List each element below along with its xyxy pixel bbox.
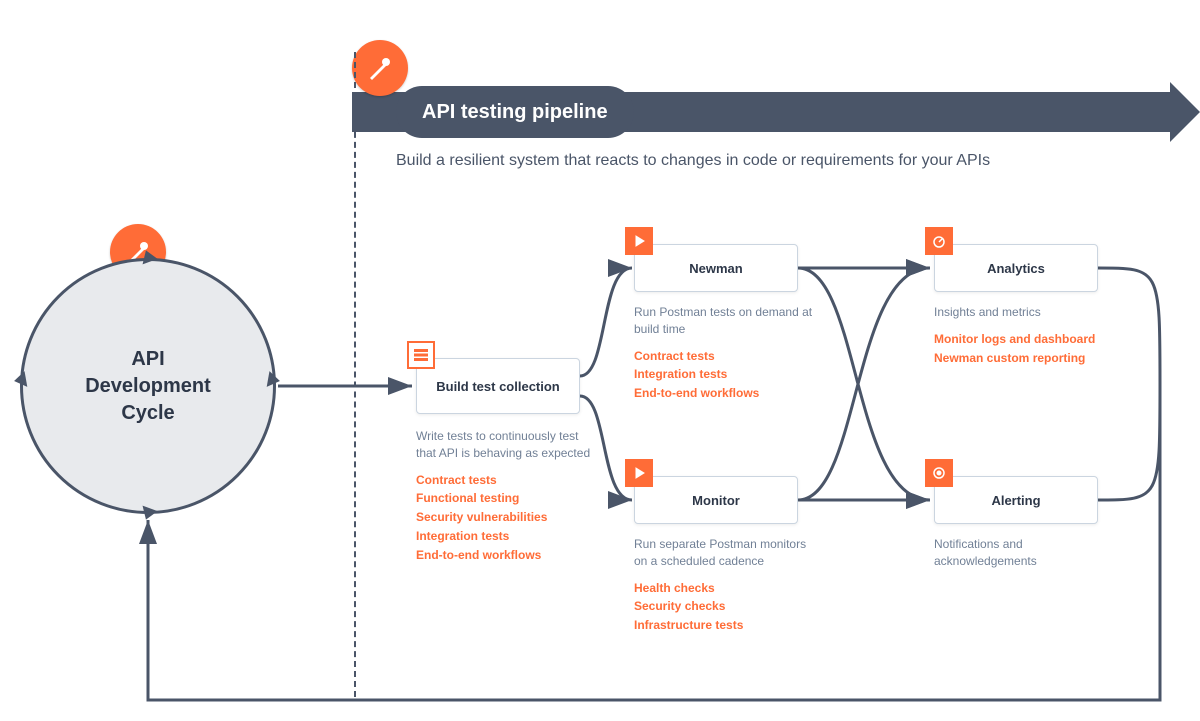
divider-line	[354, 52, 356, 697]
node-monitor: Monitor	[634, 476, 798, 524]
desc-item: Integration tests	[634, 366, 814, 383]
desc-item: Security vulnerabilities	[416, 509, 596, 526]
gauge-icon	[925, 227, 953, 255]
node-title: Monitor	[692, 493, 740, 508]
node-title: Analytics	[987, 261, 1045, 276]
desc-item: Infrastructure tests	[634, 617, 814, 634]
api-dev-cycle-circle: API Development Cycle	[20, 258, 276, 514]
node-title: Build test collection	[436, 379, 560, 394]
desc-item: End-to-end workflows	[416, 547, 596, 564]
cycle-tick-icon	[267, 371, 282, 389]
pipeline-subtitle: Build a resilient system that reacts to …	[396, 152, 990, 170]
desc-item: Security checks	[634, 598, 814, 615]
desc-text: Notifications and acknowledgements	[934, 537, 1037, 568]
desc-text: Run separate Postman monitors on a sched…	[634, 537, 806, 568]
desc-item: Contract tests	[634, 348, 814, 365]
node-analytics: Analytics	[934, 244, 1098, 292]
desc-newman: Run Postman tests on demand at build tim…	[634, 304, 814, 402]
postman-icon	[352, 40, 408, 96]
desc-item: Contract tests	[416, 472, 596, 489]
desc-monitor: Run separate Postman monitors on a sched…	[634, 536, 814, 634]
target-icon	[925, 459, 953, 487]
node-build-test-collection: Build test collection	[416, 358, 580, 414]
cycle-tick-icon	[13, 371, 28, 389]
desc-build: Write tests to continuously test that AP…	[416, 428, 596, 564]
desc-item: Integration tests	[416, 528, 596, 545]
desc-item: End-to-end workflows	[634, 385, 814, 402]
desc-item: Health checks	[634, 580, 814, 597]
desc-text: Write tests to continuously test that AP…	[416, 429, 590, 460]
desc-analytics: Insights and metrics Monitor logs and da…	[934, 304, 1114, 366]
node-alerting: Alerting	[934, 476, 1098, 524]
play-icon	[625, 459, 653, 487]
cycle-label: Development	[85, 373, 211, 400]
play-icon	[625, 227, 653, 255]
desc-text: Insights and metrics	[934, 305, 1041, 319]
desc-item: Functional testing	[416, 490, 596, 507]
node-title: Alerting	[991, 493, 1040, 508]
desc-item: Newman custom reporting	[934, 350, 1114, 367]
desc-alerting: Notifications and acknowledgements	[934, 536, 1114, 570]
desc-item: Monitor logs and dashboard	[934, 331, 1114, 348]
desc-text: Run Postman tests on demand at build tim…	[634, 305, 812, 336]
node-newman: Newman	[634, 244, 798, 292]
list-icon	[407, 341, 435, 369]
node-title: Newman	[689, 261, 742, 276]
cycle-label: API	[85, 346, 211, 373]
pipeline-title-pill: API testing pipeline	[396, 86, 634, 138]
pipeline-title: API testing pipeline	[422, 101, 608, 124]
cycle-label: Cycle	[85, 400, 211, 427]
